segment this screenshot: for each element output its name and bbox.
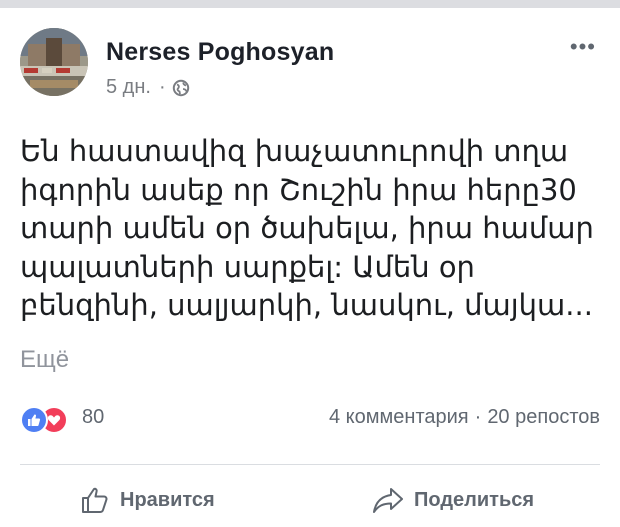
top-divider-strip	[0, 0, 620, 8]
post-text-line: պալատների սարքել: Ամեն օր	[20, 249, 475, 284]
like-button[interactable]: Нравится	[80, 480, 215, 520]
shares-count[interactable]: 20 репостов	[487, 406, 600, 428]
reactions-bar: 80 4 комментария · 20 репостов	[20, 404, 600, 434]
post-text-line: տարի ամեն օր ծախելա, իրա համար	[20, 211, 594, 245]
reaction-icons[interactable]	[20, 404, 80, 434]
post-text-line: իգորին ասեք որ Շուշին իրա հերը30	[20, 172, 577, 207]
see-more-link[interactable]: Ещё	[20, 346, 69, 374]
author-name[interactable]: Nerses Poghosyan	[106, 38, 334, 67]
actions-divider	[20, 464, 600, 465]
share-button-label: Поделиться	[414, 488, 535, 511]
globe-icon	[172, 79, 189, 96]
post-text-line: Են հաստավիզ խաչատուրովի տղա	[20, 134, 569, 168]
comments-count[interactable]: 4 комментария	[329, 406, 469, 428]
share-button[interactable]: Поделиться	[372, 480, 534, 520]
like-button-label: Нравится	[120, 488, 215, 511]
post-text-line: բենզինի, սալյարկի, նասկու, մայկա...	[20, 288, 593, 322]
share-arrow-icon	[373, 488, 403, 513]
post-text: Են հաստավիզ խաչատուրովի տղա իգորին ասեք …	[20, 132, 605, 325]
avatar[interactable]	[20, 28, 88, 96]
post-meta: 5 дн. ·	[106, 76, 190, 99]
more-options-button[interactable]: •••	[570, 34, 596, 60]
like-icon	[20, 406, 48, 434]
post-actions: Нравится Поделиться	[20, 480, 600, 520]
counts-separator: ·	[474, 406, 482, 428]
thumbs-up-icon	[82, 487, 108, 513]
facebook-post: Nerses Poghosyan 5 дн. · ••• Են հաստավիզ…	[0, 8, 620, 527]
avatar-image	[20, 28, 88, 96]
engagement-counts: 4 комментария · 20 репостов	[329, 406, 600, 429]
post-header: Nerses Poghosyan 5 дн. · •••	[20, 28, 600, 108]
reaction-count[interactable]: 80	[82, 406, 104, 429]
post-timestamp[interactable]: 5 дн.	[106, 76, 151, 99]
meta-separator: ·	[158, 76, 166, 98]
